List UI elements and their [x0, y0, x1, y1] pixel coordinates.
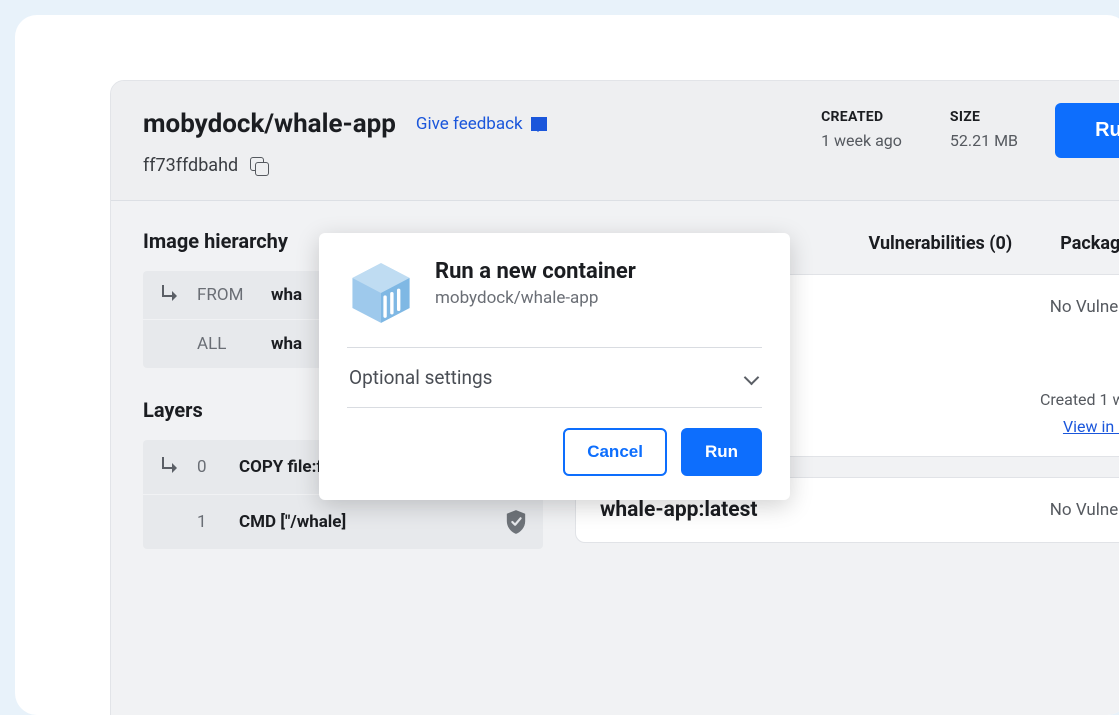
optional-settings-label: Optional settings [349, 366, 492, 389]
modal-title: Run a new container [435, 259, 636, 284]
optional-settings-toggle[interactable]: Optional settings [347, 348, 762, 407]
package-1-novuln: No Vulnera [1050, 297, 1119, 317]
modal-divider [347, 407, 762, 408]
image-hash: ff73ffdbahd [143, 155, 238, 176]
container-cube-icon [347, 259, 415, 327]
package-1-created: Created 1 we [1040, 390, 1119, 409]
turn-arrow-icon [159, 457, 179, 477]
copy-icon[interactable] [250, 157, 268, 175]
speech-bubble-icon [531, 117, 547, 131]
hierarchy-all-label: ALL [197, 334, 253, 354]
run-button[interactable]: Run [1055, 103, 1119, 158]
cancel-button[interactable]: Cancel [563, 428, 667, 476]
image-header: mobydock/whale-app Give feedback ff73ffd… [111, 81, 1119, 201]
size-value: 52.21 MB [950, 131, 1018, 150]
shield-check-icon [505, 509, 527, 535]
hierarchy-from-value: wha [271, 285, 302, 305]
created-value: 1 week ago [821, 131, 902, 150]
size-label: SIZE [950, 109, 1018, 125]
give-feedback-link[interactable]: Give feedback [416, 114, 547, 134]
image-name: mobydock/whale-app [143, 109, 396, 139]
view-in-git-link[interactable]: View in Gi [1063, 417, 1119, 436]
layer-row-1[interactable]: 1 CMD ["/whale] [143, 494, 543, 549]
give-feedback-label: Give feedback [416, 114, 523, 134]
hierarchy-from-label: FROM [197, 285, 253, 305]
tab-vulnerabilities[interactable]: Vulnerabilities (0) [868, 233, 1012, 254]
hierarchy-all-value: wha [271, 334, 302, 354]
created-label: CREATED [821, 109, 902, 125]
layer-1-index: 1 [197, 512, 221, 532]
layer-0-index: 0 [197, 457, 221, 477]
layer-1-cmd: CMD ["/whale] [239, 512, 487, 532]
modal-run-button[interactable]: Run [681, 428, 762, 476]
run-container-modal: Run a new container mobydock/whale-app O… [319, 233, 790, 500]
turn-arrow-icon [159, 285, 179, 305]
modal-subtitle: mobydock/whale-app [435, 288, 636, 308]
chevron-down-icon [744, 370, 760, 386]
package-2-novuln: No Vulnera [1050, 500, 1119, 520]
tab-packages[interactable]: Packages ( [1060, 233, 1119, 254]
package-2-title: whale-app:latest [600, 498, 758, 522]
